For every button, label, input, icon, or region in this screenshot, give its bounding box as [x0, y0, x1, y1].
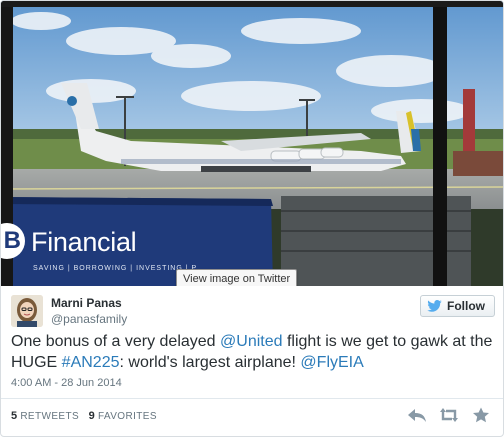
retweet-icon[interactable] — [439, 407, 459, 423]
view-image-tooltip[interactable]: View image on Twitter — [176, 269, 298, 286]
billboard-text: Financial — [31, 227, 137, 257]
tweet-photo[interactable]: B Financial SAVING | BORROWING | INVESTI… — [1, 1, 503, 286]
favorite-label[interactable]: FAVORITES — [98, 411, 157, 422]
avatar[interactable] — [11, 295, 43, 327]
tweet-text: One bonus of a very delayed @United flig… — [11, 331, 497, 373]
tweet-actions — [407, 407, 491, 423]
retweet-count[interactable]: 5 — [11, 410, 17, 422]
tweet-text-part: : world's largest airplane! — [119, 354, 301, 371]
tweet-header: Marni Panas @panasfamily Follow — [11, 295, 495, 327]
user-name[interactable]: Marni Panas — [51, 296, 122, 310]
mention-link-united[interactable]: @United — [220, 333, 283, 350]
favorite-count[interactable]: 9 — [89, 410, 95, 422]
reply-icon[interactable] — [407, 407, 427, 423]
follow-label: Follow — [447, 299, 485, 313]
follow-button[interactable]: Follow — [420, 295, 495, 317]
tweet-text-part: One bonus of a very delayed — [11, 333, 221, 350]
hashtag-link[interactable]: #AN225 — [62, 354, 120, 371]
billboard-tagline: SAVING | BORROWING | INVESTING | P — [33, 265, 198, 272]
retweet-label[interactable]: RETWEETS — [20, 411, 79, 422]
user-handle[interactable]: @panasfamily — [51, 312, 127, 326]
tweet-card: B Financial SAVING | BORROWING | INVESTI… — [0, 0, 504, 437]
tweet-timestamp[interactable]: 4:00 AM - 28 Jun 2014 — [11, 377, 122, 389]
tweet-stats: 5 RETWEETS 9 FAVORITES — [11, 410, 157, 422]
mention-link-flyeia[interactable]: @FlyEIA — [300, 354, 363, 371]
divider — [1, 398, 503, 399]
favorite-icon[interactable] — [471, 407, 491, 423]
twitter-bird-icon — [427, 300, 442, 312]
